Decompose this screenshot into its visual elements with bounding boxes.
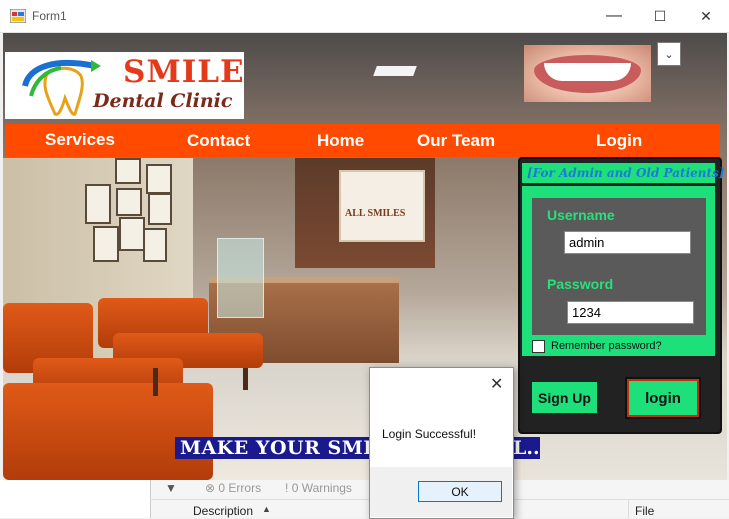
clinic-logo: SMILE Dental Clinic	[5, 52, 244, 119]
error-icon: ⊗	[205, 481, 216, 495]
reception-sign: ALL SMILES	[339, 170, 425, 242]
smile-image	[524, 45, 651, 102]
nav-contact[interactable]: Contact	[187, 131, 250, 151]
reception-sign-text: ALL SMILES	[345, 208, 406, 219]
username-label: Username	[547, 207, 615, 223]
message-text: Login Successful!	[382, 427, 477, 441]
logo-subtitle: Dental Clinic	[93, 90, 233, 112]
username-input[interactable]: admin	[564, 231, 691, 254]
wall-frame	[115, 158, 141, 184]
window-titlebar[interactable]: Form1 — ☐ ✕	[0, 0, 729, 33]
remember-checkbox[interactable]	[532, 340, 545, 353]
password-label: Password	[547, 276, 614, 292]
wall-frame	[119, 217, 145, 251]
column-file[interactable]: File	[635, 504, 654, 518]
login-header: [For Admin and Old Patients]	[527, 166, 725, 180]
wall-frame	[146, 164, 172, 194]
tooth-icon	[22, 60, 101, 116]
nav-our-team[interactable]: Our Team	[417, 131, 495, 151]
errors-filter[interactable]: ⊗ 0 Errors	[205, 481, 261, 495]
nav-login[interactable]: Login	[596, 131, 642, 151]
chevron-down-icon[interactable]: ⌄	[657, 42, 681, 66]
login-button[interactable]: login	[625, 377, 701, 419]
nav-services[interactable]: Services	[45, 130, 115, 150]
slogan-text: MAKE YOUR SMIL	[180, 437, 387, 459]
wall-frame	[93, 226, 119, 262]
warning-icon: !	[285, 481, 289, 495]
chair-leg	[243, 368, 248, 390]
ok-button[interactable]: OK	[418, 481, 502, 502]
chair-leg	[153, 368, 158, 396]
chair	[3, 383, 213, 480]
errors-count: 0 Errors	[218, 481, 262, 495]
sort-up-icon: ▲	[262, 504, 271, 514]
glass-partition	[217, 238, 264, 318]
smile-teeth	[544, 63, 631, 81]
filter-icon[interactable]: ▼	[165, 481, 177, 495]
close-icon[interactable]: ✕	[490, 374, 503, 394]
warnings-count: 0 Warnings	[291, 481, 352, 495]
wall-frame	[148, 193, 172, 225]
wall-frame	[116, 188, 142, 216]
column-divider	[628, 500, 629, 518]
app-icon	[10, 9, 26, 23]
password-input[interactable]: 1234	[567, 301, 694, 324]
window-title: Form1	[32, 9, 67, 23]
remember-label: Remember password?	[551, 340, 662, 352]
slogan-text-tail: L..	[513, 437, 540, 459]
wall-frame	[85, 184, 111, 224]
nav-home[interactable]: Home	[317, 131, 364, 151]
sign-up-button[interactable]: Sign Up	[532, 382, 597, 413]
ceiling-light	[373, 66, 417, 76]
logo-title: SMILE	[123, 54, 245, 90]
maximize-button[interactable]: ☐	[637, 0, 683, 32]
minimize-button[interactable]: —	[591, 0, 637, 32]
error-list-side	[0, 480, 150, 518]
close-window-button[interactable]: ✕	[683, 0, 729, 32]
column-description[interactable]: Description	[193, 504, 253, 518]
wall-frame	[143, 228, 167, 262]
warnings-filter[interactable]: ! 0 Warnings	[285, 481, 352, 495]
